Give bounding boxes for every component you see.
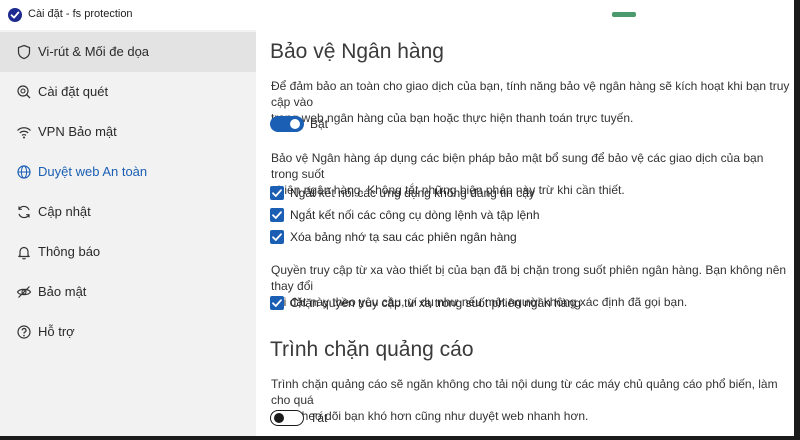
scan-icon xyxy=(16,84,32,100)
help-icon xyxy=(16,324,32,340)
sidebar-item-vpn[interactable]: VPN Bảo mật xyxy=(0,112,256,152)
ad-blocker-toggle-label: Tắt xyxy=(310,411,328,425)
eye-slash-icon xyxy=(16,284,32,300)
ad-blocker-toggle[interactable] xyxy=(270,410,304,426)
toggle-knob xyxy=(274,412,284,423)
sidebar-item-scan-settings[interactable]: Cài đặt quét xyxy=(0,72,256,112)
sidebar-item-updates[interactable]: Cập nhật xyxy=(0,192,256,232)
app-logo-icon xyxy=(8,8,22,22)
sidebar-item-label: Bảo mật xyxy=(38,284,87,299)
sidebar-item-label: Vi-rút & Mối đe dọa xyxy=(38,44,150,59)
bell-icon xyxy=(16,244,32,260)
sidebar-item-notifications[interactable]: Thông báo xyxy=(0,232,256,272)
window-title: Cài đặt - fs protection xyxy=(28,8,133,20)
checkbox-label: Chặn quyền truy cập từ xa trong suốt phi… xyxy=(290,296,581,310)
ad-blocker-title: Trình chặn quảng cáo xyxy=(270,338,474,361)
sidebar-item-safe-browsing[interactable]: Duyệt web An toàn xyxy=(0,152,256,192)
banking-description: Để đảm bảo an toàn cho giao dịch của bạn… xyxy=(271,79,790,125)
ad-blocker-description: Trình chặn quảng cáo sẽ ngăn không cho t… xyxy=(271,377,778,423)
sidebar-item-label: Cài đặt quét xyxy=(38,84,109,99)
command-line-tools-checkbox[interactable] xyxy=(270,208,284,222)
option-clear-clipboard: Xóa bảng nhớ tạ sau các phiên ngân hàng xyxy=(270,230,770,246)
block-remote-access-checkbox[interactable] xyxy=(270,296,284,310)
sidebar-item-label: Hỗ trợ xyxy=(38,324,75,339)
untrusted-apps-checkbox[interactable] xyxy=(270,186,284,200)
sidebar: Vi-rút & Mối đe dọa Cài đặt quét VPN Bảo… xyxy=(0,30,256,436)
banking-protection-toggle[interactable] xyxy=(270,116,304,132)
sidebar-item-virus-threats[interactable]: Vi-rút & Mối đe dọa xyxy=(0,32,256,72)
globe-icon xyxy=(16,164,32,180)
sidebar-item-label: Cập nhật xyxy=(38,204,91,219)
sidebar-item-label: Duyệt web An toàn xyxy=(38,164,148,179)
title-bar: Cài đặt - fs protection xyxy=(0,0,794,30)
banking-toggle-label: Bật xyxy=(310,117,329,131)
wifi-icon xyxy=(16,124,32,140)
sidebar-item-support[interactable]: Hỗ trợ xyxy=(0,312,256,352)
settings-window: Cài đặt - fs protection Vi-rút & Mối đe … xyxy=(0,0,794,436)
shield-icon xyxy=(16,44,32,60)
checkbox-label: Ngắt kết nối các công cụ dòng lệnh và tậ… xyxy=(290,208,540,222)
title-accent-bar xyxy=(612,12,636,17)
sidebar-item-privacy[interactable]: Bảo mật xyxy=(0,272,256,312)
option-block-remote-access: Chặn quyền truy cập từ xa trong suốt phi… xyxy=(270,296,770,312)
option-untrusted-apps: Ngắt kết nối các ứng dụng không đáng tin… xyxy=(270,186,770,202)
main-content: Bảo vệ Ngân hàng Để đảm bảo an toàn cho … xyxy=(256,30,794,436)
sidebar-item-label: VPN Bảo mật xyxy=(38,124,117,139)
banking-protection-title: Bảo vệ Ngân hàng xyxy=(270,40,444,63)
toggle-knob xyxy=(290,119,300,129)
checkbox-label: Ngắt kết nối các ứng dụng không đáng tin… xyxy=(290,186,535,200)
clear-clipboard-checkbox[interactable] xyxy=(270,230,284,244)
refresh-icon xyxy=(16,204,32,220)
option-command-line-tools: Ngắt kết nối các công cụ dòng lệnh và tậ… xyxy=(270,208,770,224)
sidebar-item-label: Thông báo xyxy=(38,244,101,259)
checkbox-label: Xóa bảng nhớ tạ sau các phiên ngân hàng xyxy=(290,230,517,244)
